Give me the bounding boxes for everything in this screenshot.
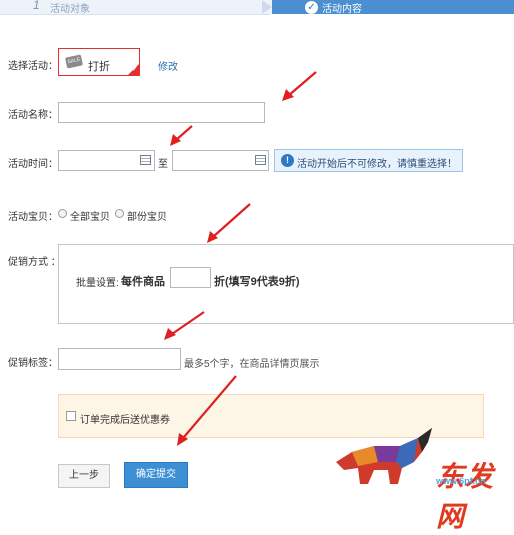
watermark-url: www.6pf.cn xyxy=(436,476,486,486)
annotation-arrow xyxy=(170,125,193,146)
bull-logo-icon xyxy=(336,428,432,484)
annotation-arrow xyxy=(164,311,205,340)
watermark-text: 东发网 xyxy=(436,461,495,532)
annotation-arrow xyxy=(207,203,251,243)
annotation-arrow xyxy=(282,71,317,101)
annotation-arrows xyxy=(164,71,317,446)
annotation-arrow xyxy=(177,375,237,446)
